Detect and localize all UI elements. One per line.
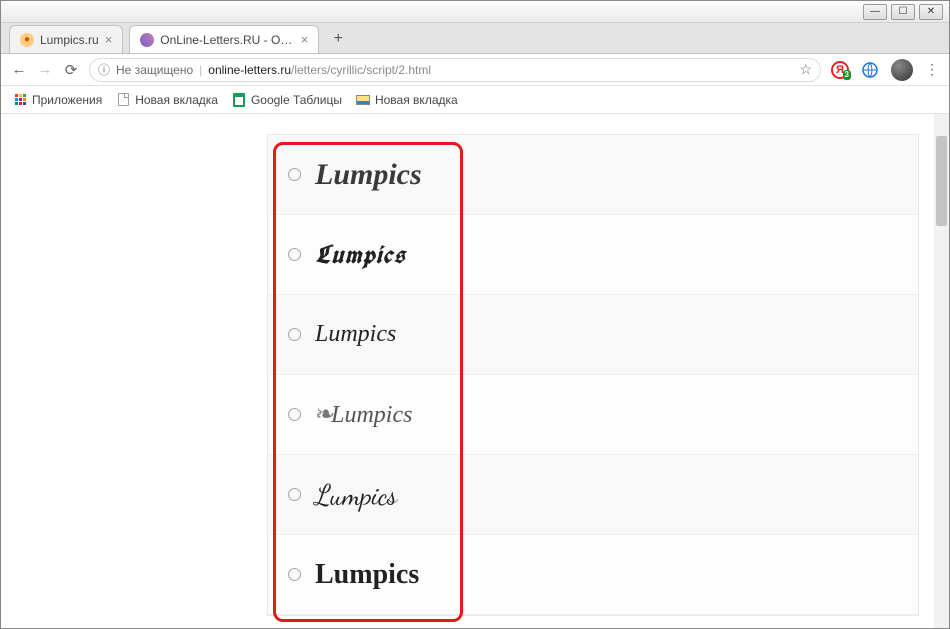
security-status: Не защищено (116, 63, 193, 77)
radio-icon[interactable] (288, 248, 301, 261)
bookmark-label: Приложения (32, 93, 102, 107)
doc-icon (116, 93, 130, 107)
bookmark-new-tab-2[interactable]: Новая вкладка (356, 93, 458, 107)
font-sample-text: Lumpics (315, 400, 412, 429)
extension-yandex-icon[interactable]: Я 3 (831, 61, 849, 79)
reload-button[interactable]: ⟳ (63, 61, 79, 79)
address-bar[interactable]: ⓘ Не защищено | online-letters.ru/letter… (89, 58, 821, 82)
back-button[interactable]: ← (11, 61, 27, 78)
radio-icon[interactable] (288, 488, 301, 501)
radio-icon[interactable] (288, 408, 301, 421)
window-close-button[interactable]: ✕ (919, 4, 943, 20)
window-maximize-button[interactable]: ☐ (891, 4, 915, 20)
favicon-icon: ● (20, 33, 34, 47)
vertical-scrollbar[interactable] (934, 114, 949, 628)
site-info-icon[interactable]: ⓘ (98, 61, 110, 78)
chrome-menu-button[interactable]: ⋮ (925, 61, 939, 78)
tab-online-letters[interactable]: OnLine-Letters.RU - Онлайн ген... × (129, 25, 319, 53)
favicon-icon (140, 33, 154, 47)
font-option-row[interactable]: Lumpics (268, 135, 918, 215)
bookmark-star-icon[interactable]: ☆ (799, 61, 812, 78)
font-option-row[interactable]: Lumpics (268, 295, 918, 375)
font-option-row[interactable]: Lumpics (268, 535, 918, 615)
font-option-row[interactable]: Lumpics (268, 455, 918, 535)
radio-icon[interactable] (288, 168, 301, 181)
font-option-row[interactable]: Lumpics (268, 375, 918, 455)
tab-close-icon[interactable]: × (301, 32, 309, 47)
bookmark-label: Google Таблицы (251, 93, 342, 107)
window-titlebar: — ☐ ✕ (1, 1, 949, 23)
font-option-row[interactable]: Lumpics (268, 215, 918, 295)
tab-title: OnLine-Letters.RU - Онлайн ген... (160, 33, 294, 47)
toolbar-right: Я 3 ⋮ (831, 59, 939, 81)
scrollbar-thumb[interactable] (936, 136, 947, 226)
tab-close-icon[interactable]: × (105, 32, 113, 47)
font-sample-text: Lumpics (315, 321, 396, 348)
content-inner: Lumpics Lumpics Lumpics Lumpics Lumpics … (1, 114, 934, 628)
browser-toolbar: ← → ⟳ ⓘ Не защищено | online-letters.ru/… (1, 54, 949, 86)
tab-lumpics[interactable]: ● Lumpics.ru × (9, 25, 123, 53)
font-sample-text: Lumpics (315, 559, 419, 591)
bookmarks-bar: Приложения Новая вкладка Google Таблицы … (1, 86, 949, 114)
radio-icon[interactable] (288, 568, 301, 581)
tab-strip: ● Lumpics.ru × OnLine-Letters.RU - Онлай… (1, 23, 949, 54)
font-sample-panel: Lumpics Lumpics Lumpics Lumpics Lumpics … (267, 134, 919, 616)
url-text: online-letters.ru/letters/cyrillic/scrip… (208, 63, 431, 77)
font-sample-text: Lumpics (315, 238, 406, 272)
font-sample-text: Lumpics (315, 158, 422, 192)
forward-button[interactable]: → (37, 61, 53, 78)
bookmark-google-sheets[interactable]: Google Таблицы (232, 93, 342, 107)
radio-icon[interactable] (288, 328, 301, 341)
new-tab-button[interactable]: + (327, 28, 349, 50)
picture-icon (356, 93, 370, 107)
profile-avatar[interactable] (891, 59, 913, 81)
bookmark-apps[interactable]: Приложения (13, 93, 102, 107)
extension-globe-icon[interactable] (861, 61, 879, 79)
sheets-icon (232, 93, 246, 107)
bookmark-label: Новая вкладка (135, 93, 218, 107)
tab-title: Lumpics.ru (40, 33, 99, 47)
apps-icon (13, 93, 27, 107)
bookmark-new-tab-1[interactable]: Новая вкладка (116, 93, 218, 107)
separator: | (199, 63, 202, 77)
page-content: Lumpics Lumpics Lumpics Lumpics Lumpics … (1, 114, 949, 628)
window-minimize-button[interactable]: — (863, 4, 887, 20)
bookmark-label: Новая вкладка (375, 93, 458, 107)
font-sample-text: Lumpics (315, 478, 397, 512)
extension-badge: 3 (843, 70, 851, 80)
